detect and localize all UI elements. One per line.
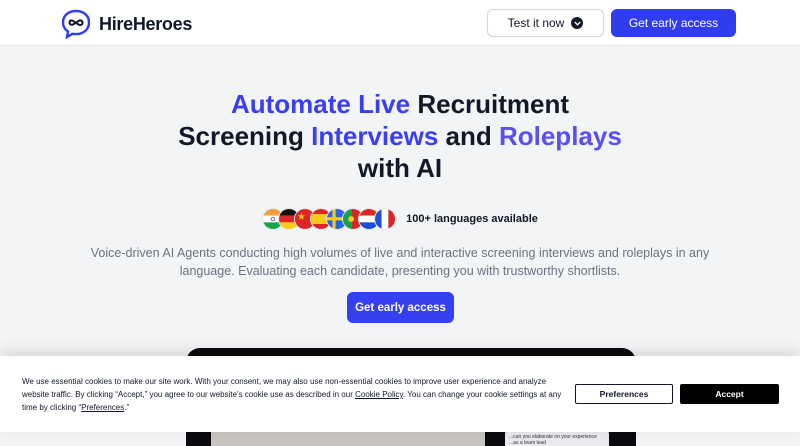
cookie-banner: We use essential cookies to make our sit… — [0, 356, 800, 432]
hero-highlight-2: Interviews — [311, 121, 439, 151]
test-it-now-button[interactable]: Test it now — [487, 9, 604, 37]
hero-heading: Automate Live Recruitment Screening Inte… — [0, 88, 800, 184]
brand-logo[interactable]: HireHeroes — [60, 8, 192, 40]
preferences-link[interactable]: Preferences — [81, 403, 124, 412]
hero-text-3: and — [438, 121, 499, 151]
candidate-video — [211, 432, 485, 446]
brand-name: HireHeroes — [99, 13, 193, 34]
logo-icon — [61, 9, 91, 40]
chat-line-2: ...as a team lead — [509, 440, 546, 446]
hero-text-2: Screening — [178, 121, 312, 151]
preferences-button[interactable]: Preferences — [575, 384, 673, 404]
header-get-early-access-button[interactable]: Get early access — [611, 9, 736, 37]
hero-line-2: Screening Interviews and Roleplays — [0, 120, 800, 152]
hero-line-3: with AI — [357, 153, 443, 183]
cookie-message: We use essential cookies to make our sit… — [22, 375, 562, 414]
hero-text-1: Recruitment — [410, 89, 570, 119]
chevron-down-icon — [571, 17, 584, 29]
hero-highlight-3: Roleplays — [498, 121, 622, 151]
cookie-policy-link[interactable]: Cookie Policy — [355, 390, 403, 399]
hero-get-early-access-button[interactable]: Get early access — [347, 292, 454, 323]
france-flag-icon — [374, 208, 397, 230]
chat-bubble: ...can you elaborate on your experience … — [505, 430, 609, 446]
flag-list — [262, 208, 397, 230]
site-header: HireHeroes Test it now Get early access — [0, 0, 800, 46]
test-it-now-label: Test it now — [507, 16, 565, 30]
languages-label: 100+ languages available — [406, 213, 538, 225]
accept-button[interactable]: Accept — [680, 384, 779, 404]
cookie-text-3: .” — [124, 403, 130, 412]
hero-highlight-1: Automate Live — [230, 89, 411, 119]
hero-subtitle: Voice-driven AI Agents conducting high v… — [90, 246, 710, 278]
hero-line-1: Automate Live Recruitment — [0, 88, 800, 120]
languages-row: 100+ languages available — [0, 208, 800, 230]
